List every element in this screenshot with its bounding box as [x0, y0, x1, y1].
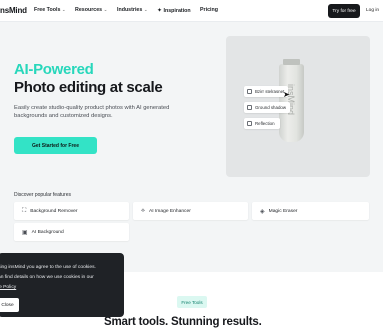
nav-pricing-label: Pricing: [200, 7, 218, 13]
enhance-icon: ⟡: [141, 207, 145, 214]
nav-pricing[interactable]: Pricing: [200, 7, 218, 13]
eraser-icon: ◈: [260, 208, 265, 215]
free-tools-badge: Free Tools: [177, 296, 207, 308]
product-preview-card: insMind Bzirr stelrasnet Ground shadow R…: [226, 36, 370, 177]
cookie-policy-link[interactable]: ie Policy: [0, 283, 116, 293]
features-heading: Discover popular features: [14, 192, 71, 198]
nav-inspiration[interactable]: ✦ Inspiration: [157, 7, 191, 15]
nav-industries-label: Industries: [117, 7, 143, 13]
nav-inspiration-label: Inspiration: [163, 7, 191, 14]
square-icon: [247, 121, 252, 126]
feature-background-remover[interactable]: ⛶ Background Remover: [14, 202, 129, 220]
sparkle-icon: ✦: [157, 8, 163, 14]
chip-ground-shadow[interactable]: Ground shadow: [244, 102, 290, 113]
tube-cap: [283, 59, 300, 65]
chip-background[interactable]: Bzirr stelrasnet: [244, 86, 288, 97]
chevron-down-icon: ⌄: [61, 7, 66, 12]
square-icon: [247, 89, 252, 94]
cookie-text: sing insMind you agree to the use of coo…: [0, 263, 116, 293]
feature-background-remover-label: Background Remover: [30, 208, 78, 214]
square-icon: [247, 105, 252, 110]
logo[interactable]: insMind: [0, 6, 27, 15]
crop-icon: ⛶: [22, 207, 27, 214]
chevron-down-icon: ⌄: [143, 7, 148, 12]
feature-ai-background[interactable]: ▣ AI Background: [14, 223, 129, 241]
feature-magic-eraser-label: Magic Eraser: [268, 208, 298, 214]
hero-description: Easily create studio-quality product pho…: [14, 105, 170, 120]
chevron-down-icon: ⌄: [103, 7, 108, 12]
feature-ai-background-label: AI Background: [31, 229, 64, 235]
cookie-line-1: sing insMind you agree to the use of coo…: [0, 265, 96, 270]
top-navbar: insMind Free Tools ⌄ Resources ⌄ Industr…: [0, 0, 383, 22]
hero-title: Photo editing at scale: [14, 79, 163, 96]
nav-free-tools[interactable]: Free Tools ⌄: [34, 7, 66, 13]
cookie-close-button[interactable]: Close: [0, 298, 19, 312]
chip-reflection[interactable]: Reflection: [244, 118, 280, 129]
chip-background-label: Bzirr stelrasnet: [255, 89, 285, 94]
cookie-line-2: an find details on how we use cookies in…: [0, 275, 94, 280]
image-plus-icon: ▣: [22, 229, 28, 236]
nav-resources[interactable]: Resources ⌄: [75, 7, 107, 13]
feature-ai-image-enhancer[interactable]: ⟡ AI Image Enhancer: [133, 202, 248, 220]
feature-ai-image-enhancer-label: AI Image Enhancer: [148, 208, 191, 214]
chip-ground-shadow-label: Ground shadow: [255, 105, 286, 110]
try-for-free-button[interactable]: Try for free: [328, 4, 360, 18]
nav-free-tools-label: Free Tools: [34, 7, 61, 13]
chip-reflection-label: Reflection: [255, 121, 275, 126]
nav-resources-label: Resources: [75, 7, 103, 13]
get-started-button[interactable]: Get Started for Free: [14, 137, 97, 154]
hero-title-accent: AI-Powered: [14, 61, 94, 78]
cookie-banner: sing insMind you agree to the use of coo…: [0, 253, 124, 317]
feature-magic-eraser[interactable]: ◈ Magic Eraser: [252, 202, 369, 220]
login-link[interactable]: Log in: [366, 8, 379, 13]
cursor-icon: ➤: [283, 90, 290, 99]
section-title: Smart tools. Stunning results.: [104, 316, 262, 328]
nav-industries[interactable]: Industries ⌄: [117, 7, 148, 13]
